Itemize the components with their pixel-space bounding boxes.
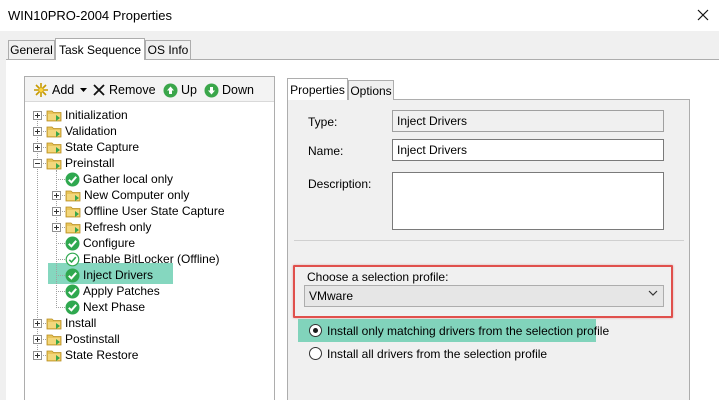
tab-options[interactable]: Options [348, 80, 394, 100]
tab-os-info[interactable]: OS Info [145, 40, 191, 59]
task-sequence-toolbar: Add Remove Up Down [25, 77, 274, 102]
tree-item[interactable]: Postinstall [46, 331, 120, 347]
check-outline-icon [65, 252, 80, 266]
description-field[interactable] [392, 172, 664, 230]
add-button[interactable]: Add [33, 81, 88, 99]
section-divider [294, 240, 684, 241]
tree-item-label: Initialization [65, 108, 128, 122]
callout-box [293, 265, 673, 318]
radio-matching-label: Install only matching drivers from the s… [327, 324, 610, 338]
tree-item-label: Gather local only [83, 172, 174, 186]
tree-item-label: Apply Patches [83, 284, 160, 298]
tree-connector [56, 275, 65, 276]
tree-item-label: Preinstall [65, 156, 115, 170]
close-icon [697, 9, 709, 21]
check-icon [65, 236, 80, 250]
expand-plus-icon[interactable] [52, 207, 61, 216]
tree-item-label: State Capture [65, 140, 140, 154]
tree-item-label: Configure [83, 236, 136, 250]
expand-plus-icon[interactable] [52, 223, 61, 232]
tab-properties[interactable]: Properties [287, 78, 348, 100]
tree-item[interactable]: State Capture [46, 139, 139, 155]
name-label: Name: [308, 144, 344, 158]
tree-item[interactable]: New Computer only [65, 187, 189, 203]
type-label: Type: [308, 115, 338, 129]
expand-plus-icon[interactable] [33, 143, 42, 152]
tree-item[interactable]: Validation [46, 123, 117, 139]
folder-icon [46, 126, 62, 138]
up-button[interactable]: Up [163, 81, 197, 99]
tree-connector [56, 259, 65, 260]
expand-plus-icon[interactable] [33, 127, 42, 136]
folder-icon [46, 334, 62, 346]
tree-item[interactable]: Enable BitLocker (Offline) [65, 251, 220, 267]
folder-icon [65, 190, 81, 202]
name-field[interactable]: Inject Drivers [392, 139, 664, 161]
check-icon [65, 268, 80, 282]
expand-plus-icon[interactable] [33, 111, 42, 120]
close-button[interactable] [690, 3, 716, 27]
tree-item-label: Validation [65, 124, 117, 138]
folder-icon [46, 110, 62, 122]
tree-item[interactable]: Initialization [46, 107, 128, 123]
expand-plus-icon[interactable] [33, 335, 42, 344]
tree-connector [56, 179, 65, 180]
tree-connector [56, 243, 65, 244]
dropdown-arrow-icon [80, 88, 88, 92]
tree-item[interactable]: Refresh only [65, 219, 151, 235]
type-field: Inject Drivers [392, 110, 664, 132]
radio-matching-drivers[interactable] [309, 324, 322, 337]
expand-plus-icon[interactable] [52, 191, 61, 200]
description-label: Description: [308, 177, 372, 191]
remove-button[interactable]: Remove [92, 81, 156, 99]
expand-plus-icon[interactable] [33, 351, 42, 360]
tree-item[interactable]: Offline User State Capture [65, 203, 225, 219]
radio-selected-dot [313, 328, 318, 333]
tree-item-label: Offline User State Capture [84, 204, 225, 218]
folder-icon [46, 142, 62, 154]
tree-item-label: Refresh only [84, 220, 152, 234]
tree-item[interactable]: Preinstall [46, 155, 114, 171]
check-icon [65, 172, 80, 186]
tree-item[interactable]: Install [46, 315, 96, 331]
radio-all-label: Install all drivers from the selection p… [327, 347, 548, 361]
tree-item-label: Inject Drivers [83, 268, 154, 282]
check-icon [65, 284, 80, 298]
add-star-icon [34, 83, 48, 97]
tree-item-label: Install [65, 316, 97, 330]
tree-item-label: Enable BitLocker (Offline) [83, 252, 220, 266]
tree-connector [56, 291, 65, 292]
tree-item[interactable]: Next Phase [65, 299, 145, 315]
tree-item[interactable]: Inject Drivers [65, 267, 153, 283]
tree-item[interactable]: Gather local only [65, 171, 173, 187]
tab-general[interactable]: General [8, 40, 55, 59]
tree-item-label: Next Phase [83, 300, 146, 314]
folder-icon [46, 318, 62, 330]
check-icon [65, 300, 80, 314]
tree-item[interactable]: Apply Patches [65, 283, 160, 299]
tree-item-label: New Computer only [84, 188, 190, 202]
arrow-up-icon [163, 83, 178, 97]
folder-icon [46, 158, 62, 170]
folder-icon [65, 222, 81, 234]
radio-all-drivers[interactable] [309, 347, 322, 360]
expand-plus-icon[interactable] [33, 319, 42, 328]
arrow-down-icon [204, 83, 219, 97]
tree-item-label: Postinstall [65, 332, 120, 346]
down-button[interactable]: Down [204, 81, 254, 99]
window-title: WIN10PRO-2004 Properties [8, 8, 173, 23]
tree-connector [56, 307, 65, 308]
tree-item[interactable]: State Restore [46, 347, 138, 363]
tree-item-label: State Restore [65, 348, 139, 362]
remove-x-icon [93, 84, 105, 96]
tree-item[interactable]: Configure [65, 235, 135, 251]
collapse-minus-icon[interactable] [33, 159, 42, 168]
folder-icon [65, 206, 81, 218]
folder-icon [46, 350, 62, 362]
tab-task-sequence[interactable]: Task Sequence [55, 38, 145, 60]
